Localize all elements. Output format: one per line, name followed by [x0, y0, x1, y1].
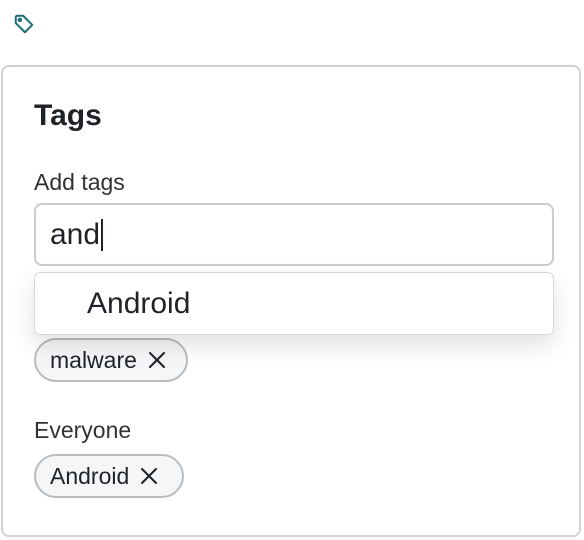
text-caret [101, 218, 104, 251]
add-tags-label: Add tags [34, 169, 125, 195]
tag-chip-android: Android [34, 454, 184, 498]
tag-chip-label: malware [50, 346, 137, 373]
tag-icon[interactable] [12, 12, 36, 36]
add-tags-input[interactable]: and [34, 203, 554, 266]
tag-suggestions-dropdown: Android [34, 272, 554, 335]
add-tags-input-value[interactable]: and [50, 219, 100, 250]
tag-chip-label: Android [50, 462, 130, 489]
tags-panel: Tags Add tags and Android malware Everyo… [1, 65, 581, 537]
tag-chip-malware: malware [34, 338, 188, 382]
suggestion-option-android[interactable]: Android [35, 273, 553, 334]
everyone-label: Everyone [34, 417, 132, 443]
panel-title: Tags [34, 99, 102, 132]
close-icon[interactable] [147, 350, 167, 370]
close-icon[interactable] [139, 466, 159, 486]
